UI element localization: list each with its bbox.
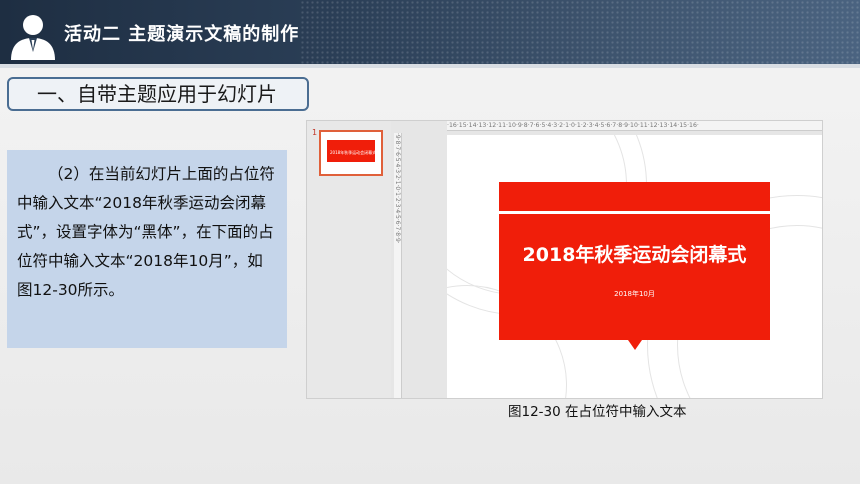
slide-canvas[interactable]: 2018年秋季运动会闭幕式 2018年10月 [447, 135, 822, 398]
world-map-decoration [300, 0, 860, 68]
figure-caption: 图12-30 在占位符中输入文本 [508, 404, 687, 420]
callout-pointer [628, 340, 642, 350]
thumbnail-title-text: 2018年秋季运动会闭幕式 [330, 150, 377, 155]
header-banner: 活动二 主题演示文稿的制作 [0, 0, 860, 68]
lesson-title: 活动二 主题演示文稿的制作 [64, 24, 300, 45]
title-placeholder[interactable]: 2018年秋季运动会闭幕式 2018年10月 [499, 182, 770, 350]
horizontal-ruler: ·16·15·14·13·12·11·10·9·8·7·6·5·4·3·2·1·… [447, 121, 822, 131]
header-divider [0, 64, 860, 68]
vertical-ruler: ·9·8·7·6·5·4·3·2·1·0·1·2·3·4·5·6·7·8·9· [394, 133, 402, 398]
slide-number: 1 [312, 128, 318, 137]
slide-subtitle[interactable]: 2018年10月 [499, 289, 770, 299]
slide-thumbnail[interactable]: 2018年秋季运动会闭幕式 [319, 130, 383, 176]
slide-title[interactable]: 2018年秋季运动会闭幕式 [499, 240, 770, 267]
slide-thumbnail-pane: 1 2018年秋季运动会闭幕式 [307, 121, 391, 398]
instruction-text: （2）在当前幻灯片上面的占位符中输入文本“2018年秋季运动会闭幕式”，设置字体… [17, 165, 275, 299]
section-heading: 一、自带主题应用于幻灯片 [7, 77, 309, 111]
powerpoint-screenshot: 1 2018年秋季运动会闭幕式 ·9·8·7·6·5·4·3·2·1·0·1·2… [306, 120, 823, 399]
user-avatar-icon [11, 15, 55, 60]
title-accent-line [499, 211, 770, 214]
instruction-box: （2）在当前幻灯片上面的占位符中输入文本“2018年秋季运动会闭幕式”，设置字体… [7, 150, 287, 348]
